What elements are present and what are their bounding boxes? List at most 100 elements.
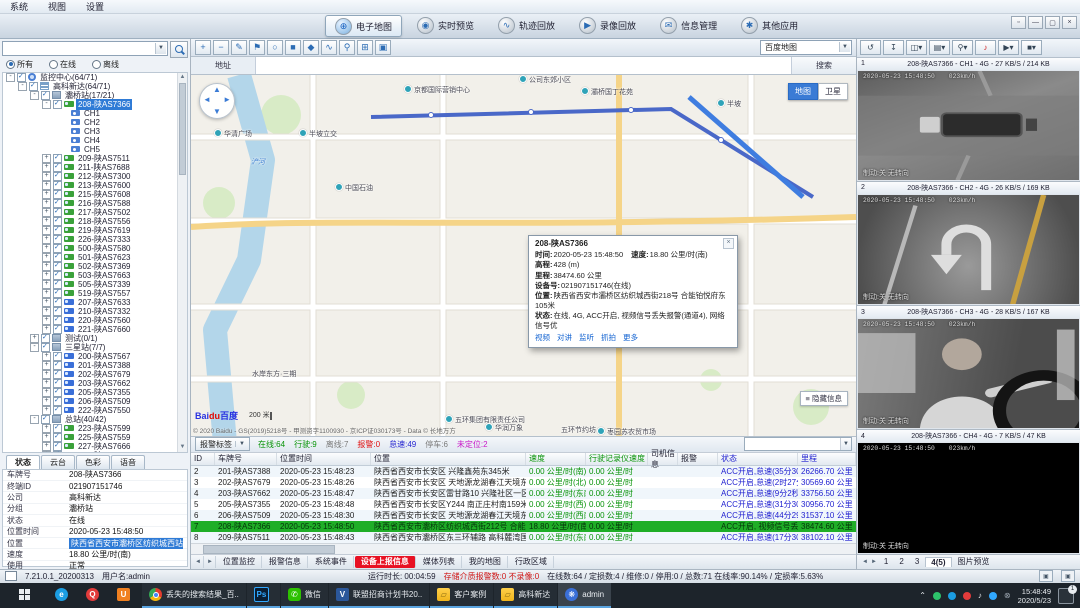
chevron-down-icon[interactable]: ▼: [155, 43, 166, 54]
video-screen[interactable]: 2020-05-23 15:48:50023km/h: [858, 71, 1079, 180]
expand-toggle-icon[interactable]: +: [42, 154, 51, 163]
main-tab[interactable]: ⊕ 电子地图: [325, 15, 402, 37]
checkbox[interactable]: [41, 91, 50, 100]
expand-toggle-icon[interactable]: -: [42, 100, 51, 109]
expand-toggle-icon[interactable]: +: [42, 280, 51, 289]
video-cell[interactable]: 2 208-陕AS7366 - CH2 - 4G - 26 KB/S / 169…: [857, 182, 1080, 306]
bottom-tab[interactable]: 媒体列表: [417, 556, 462, 568]
expand-toggle-icon[interactable]: +: [42, 199, 51, 208]
taskbar-item[interactable]: ❋ admin: [558, 583, 611, 608]
map-tool-button[interactable]: ■: [285, 40, 301, 55]
map-tool-button[interactable]: ✎: [231, 40, 247, 55]
taskbar-item[interactable]: e: [48, 583, 79, 608]
expand-toggle-icon[interactable]: +: [42, 217, 51, 226]
video-tool-button[interactable]: ▤▾: [929, 40, 950, 55]
checkbox[interactable]: [17, 73, 26, 82]
tree-scrollbar[interactable]: ▲▼: [177, 73, 187, 452]
map-tool-button[interactable]: ∿: [321, 40, 337, 55]
window-control-button[interactable]: ×: [1062, 16, 1077, 29]
table-row[interactable]: 3 202-陕AS7679 2020-05-23 15:48:26 陕西省西安市…: [191, 477, 856, 488]
popup-action-link[interactable]: 监听: [579, 333, 594, 343]
filter-radio[interactable]: 所有: [6, 59, 33, 70]
expand-toggle-icon[interactable]: +: [42, 397, 51, 406]
expand-toggle-icon[interactable]: +: [42, 172, 51, 181]
hide-info-button[interactable]: ≡ 隐藏信息: [800, 391, 848, 406]
expand-toggle-icon[interactable]: +: [42, 289, 51, 298]
main-tab[interactable]: ◉ 实时预览: [408, 15, 483, 35]
close-icon[interactable]: ×: [723, 238, 734, 249]
map-pan-control[interactable]: ▲▼◄►: [199, 83, 235, 119]
search-button[interactable]: [170, 41, 188, 58]
bottom-tab[interactable]: ►: [205, 556, 216, 568]
video-tool-button[interactable]: ↧: [883, 40, 904, 55]
video-tab[interactable]: 3: [910, 557, 924, 566]
expand-toggle-icon[interactable]: -: [30, 415, 39, 424]
main-tab[interactable]: ✱ 其他应用: [732, 15, 807, 35]
expand-toggle-icon[interactable]: +: [42, 262, 51, 271]
table-row[interactable]: 6 206-陕AS7509 2020-05-23 15:48:30 陕西省西安市…: [191, 510, 856, 521]
map-provider-select[interactable]: 百度地图 ▼: [760, 40, 852, 55]
expand-toggle-icon[interactable]: +: [42, 208, 51, 217]
grid-header-cell[interactable]: ID: [191, 453, 215, 465]
bottom-tab[interactable]: ◄: [193, 556, 204, 568]
tree-item[interactable]: CH3: [3, 127, 187, 136]
checkbox[interactable]: [53, 406, 62, 415]
taskbar-item[interactable]: ▱ 客户案例: [430, 583, 493, 608]
video-screen[interactable]: 2020-05-23 15:48:50023km/h: [858, 443, 1079, 552]
map-canvas[interactable]: ▲▼◄► 地图卫星 208-陕AS7366 × 时间:2020-05-23 15…: [191, 75, 856, 436]
table-row[interactable]: 2 201-陕AS7388 2020-05-23 15:48:23 陕西省西安市…: [191, 466, 856, 477]
checkbox[interactable]: [41, 343, 50, 352]
expand-toggle-icon[interactable]: +: [42, 271, 51, 280]
sidebar-tab[interactable]: 状态: [6, 455, 40, 469]
tree-item[interactable]: CH4: [3, 136, 187, 145]
bottom-tab[interactable]: 我的地图: [463, 556, 508, 568]
panel-toggle-icon[interactable]: ▣: [1061, 570, 1075, 582]
expand-toggle-icon[interactable]: +: [42, 298, 51, 307]
tree-item-label[interactable]: CH3: [82, 127, 102, 136]
tray-icon[interactable]: [963, 592, 971, 600]
panel-toggle-icon[interactable]: ▣: [1039, 570, 1053, 582]
expand-toggle-icon[interactable]: -: [30, 91, 39, 100]
video-cell[interactable]: 1 208-陕AS7366 - CH1 - 4G - 27 KB/S / 214…: [857, 58, 1080, 182]
bottom-tab[interactable]: 行政区域: [509, 556, 554, 568]
expand-toggle-icon[interactable]: +: [42, 244, 51, 253]
address-input[interactable]: [256, 57, 791, 74]
tray-close-icon[interactable]: ⊗: [1004, 591, 1011, 600]
filter-radio[interactable]: 在线: [49, 59, 76, 70]
table-row[interactable]: 8 209-陕AS7511 2020-05-23 15:48:43 陕西省西安市…: [191, 532, 856, 543]
menu-item[interactable]: 系统: [10, 0, 28, 13]
grid-header-cell[interactable]: 里程: [798, 453, 856, 465]
expand-toggle-icon[interactable]: +: [42, 190, 51, 199]
video-tool-button[interactable]: ◫▾: [906, 40, 927, 55]
grid-header-cell[interactable]: 状态: [718, 453, 798, 465]
expand-toggle-icon[interactable]: +: [42, 433, 51, 442]
expand-toggle-icon[interactable]: +: [30, 334, 39, 343]
checkbox[interactable]: [53, 451, 62, 453]
video-screen[interactable]: 2020-05-23 15:48:50023km/h: [858, 195, 1079, 304]
tree-item-label[interactable]: CH2: [82, 118, 102, 127]
grid-header-cell[interactable]: 行驶记录仪速度: [586, 453, 648, 465]
sidebar-tab[interactable]: 语音: [111, 455, 145, 469]
notification-center-icon[interactable]: 1: [1058, 588, 1074, 604]
checkbox[interactable]: [53, 100, 62, 109]
bottom-tab[interactable]: 位置监控: [217, 556, 262, 568]
video-tool-button[interactable]: ■▾: [1021, 40, 1042, 55]
popup-action-link[interactable]: 对讲: [557, 333, 572, 343]
main-tab[interactable]: ▶ 录像回放: [570, 15, 645, 35]
popup-action-link[interactable]: 更多: [623, 333, 638, 343]
grid-horizontal-scrollbar[interactable]: [191, 543, 856, 554]
taskbar-item[interactable]: ▱ 高科新达: [494, 583, 557, 608]
expand-toggle-icon[interactable]: -: [6, 73, 15, 82]
sidebar-tab[interactable]: 色彩: [76, 455, 110, 469]
video-cell[interactable]: 3 208-陕AS7366 - CH3 - 4G - 28 KB/S / 167…: [857, 306, 1080, 430]
map-tool-button[interactable]: ⚲: [339, 40, 355, 55]
video-tool-button[interactable]: ▶▾: [998, 40, 1019, 55]
video-tool-button[interactable]: ↺: [860, 40, 881, 55]
taskbar-item[interactable]: U: [110, 583, 141, 608]
video-screen[interactable]: 2020-05-23 15:48:50023km/h: [858, 319, 1079, 428]
taskbar-item[interactable]: 丢失的搜索结果_百..: [142, 583, 246, 608]
filter-radio[interactable]: 离线: [92, 59, 119, 70]
tree-item[interactable]: CH2: [3, 118, 187, 127]
expand-toggle-icon[interactable]: +: [42, 226, 51, 235]
tray-icon[interactable]: [989, 592, 997, 600]
